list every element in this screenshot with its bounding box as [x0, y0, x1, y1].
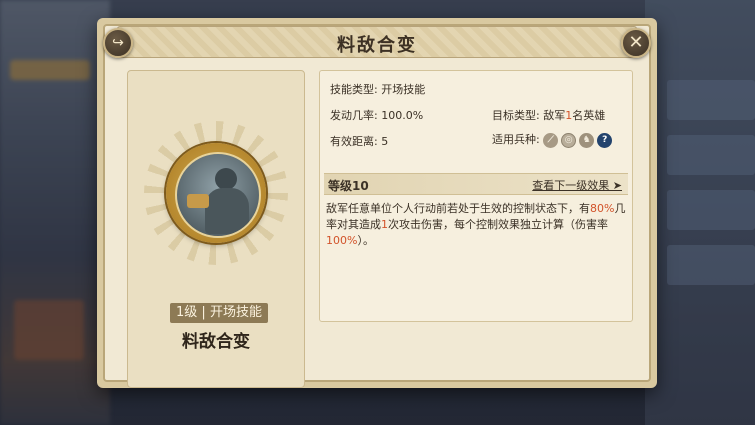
target-type-label: 目标类型: — [492, 109, 540, 122]
skill-card: 1级 | 开场技能 料敌合变 — [127, 70, 305, 388]
figure-head — [215, 168, 237, 190]
shield-troop-icon[interactable]: ◎ — [561, 132, 577, 148]
share-icon: ↪ — [112, 35, 124, 51]
figure-scroll — [187, 194, 209, 208]
skill-tag-separator: | — [201, 305, 206, 320]
skill-type-row: 技能类型: 开场技能 — [330, 81, 425, 97]
description-hits: 1 — [381, 218, 388, 231]
level-bar: 等级10 查看下一级效果 ➤ — [324, 173, 628, 195]
cavalry-troop-icon[interactable]: ♞ — [579, 132, 595, 148]
skill-illustration-icon — [175, 152, 261, 238]
target-prefix: 敌军 — [543, 109, 566, 122]
figure-body — [205, 188, 249, 234]
unknown-troop-icon[interactable]: ? — [597, 132, 613, 148]
trigger-rate-value: 100.0% — [381, 109, 424, 122]
spear-troop-icon[interactable]: ⟋ — [543, 132, 559, 148]
description-rate: 80% — [590, 202, 615, 215]
skill-tag-level: 1级 — [176, 305, 198, 320]
trigger-rate-label: 发动几率: — [330, 109, 378, 122]
close-button[interactable]: ✕ — [621, 28, 651, 58]
dialog-title: 料敌合变 — [337, 35, 417, 56]
skill-emblem — [144, 121, 288, 265]
skill-type-value: 开场技能 — [381, 83, 426, 96]
skill-tag: 1级 | 开场技能 — [170, 303, 268, 323]
share-button[interactable]: ↪ — [103, 28, 133, 58]
skill-name: 料敌合变 — [182, 332, 250, 352]
target-type-row: 目标类型: 敌军1名英雄 — [492, 107, 605, 123]
troop-types-row: 适用兵种: ⟋ ◎ ♞? — [492, 131, 615, 148]
description-text: 敌军任意单位个人行动前若处于生效的控制状态下，有 — [326, 202, 590, 215]
skill-dialog: 料敌合变 ↪ ✕ 1级 | 开场技能 料敌合变 技能类型: 开场技能 发动几率:… — [97, 18, 657, 388]
skill-level: 等级10 — [328, 179, 369, 193]
target-suffix: 名英雄 — [572, 109, 606, 122]
skill-info-panel: 技能类型: 开场技能 发动几率: 100.0% 目标类型: 敌军1名英雄 有效距… — [319, 70, 633, 322]
range-label: 有效距离: — [330, 135, 378, 148]
trigger-rate-row: 发动几率: 100.0% — [330, 107, 423, 123]
skill-type-label: 技能类型: — [330, 83, 378, 96]
range-row: 有效距离: 5 — [330, 133, 388, 149]
troop-types-label: 适用兵种: — [492, 133, 540, 146]
range-value: 5 — [381, 135, 389, 148]
description-text: ）。 — [357, 234, 374, 247]
description-text: 次攻击伤害，每个控制效果独立计算（伤害率 — [388, 218, 608, 231]
close-icon: ✕ — [628, 32, 644, 53]
description-damage: 100% — [326, 234, 358, 247]
skill-description: 敌军任意单位个人行动前若处于生效的控制状态下，有80%几率对其造成1次攻击伤害，… — [326, 201, 626, 249]
next-level-link[interactable]: 查看下一级效果 ➤ — [532, 177, 622, 193]
skill-tag-type: 开场技能 — [209, 305, 262, 320]
